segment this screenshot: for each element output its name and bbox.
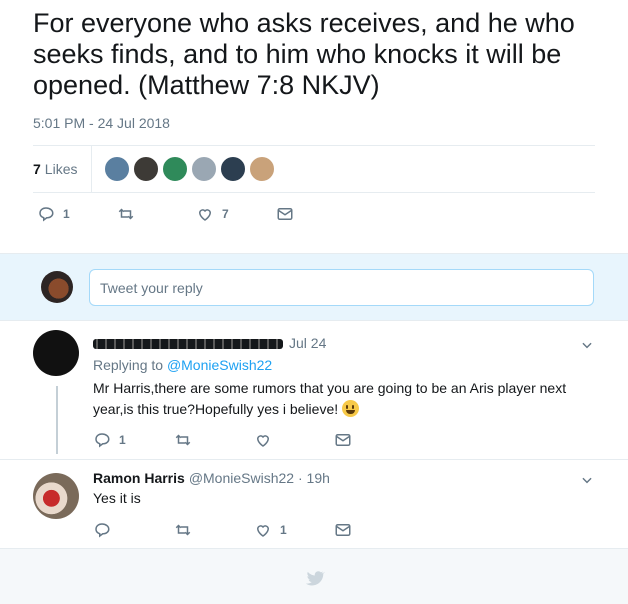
replying-to-prefix: Replying to bbox=[93, 357, 164, 373]
chevron-down-icon[interactable] bbox=[580, 473, 594, 487]
like-action[interactable]: 1 bbox=[254, 521, 287, 539]
reply-input[interactable]: Tweet your reply bbox=[89, 269, 594, 306]
liker-avatar[interactable] bbox=[104, 156, 131, 182]
dm-action[interactable] bbox=[334, 431, 352, 449]
heart-icon bbox=[256, 435, 270, 447]
liker-avatar[interactable] bbox=[249, 156, 276, 182]
reply-header: Ramon Harris @MonieSwish22 · 19h bbox=[93, 470, 330, 486]
retweet-icon bbox=[175, 524, 191, 536]
likes-label: Likes bbox=[44, 161, 78, 177]
reply-action[interactable]: 1 bbox=[93, 431, 126, 449]
reply-header: Jul 24 bbox=[93, 335, 326, 351]
liker-avatars bbox=[104, 156, 278, 182]
retweet-action[interactable] bbox=[174, 431, 192, 449]
envelope-icon bbox=[335, 524, 351, 536]
liker-avatar[interactable] bbox=[133, 156, 160, 182]
liker-avatar[interactable] bbox=[162, 156, 189, 182]
heart-icon bbox=[256, 525, 270, 537]
separator: · bbox=[297, 470, 303, 486]
reply-icon bbox=[95, 523, 110, 538]
reply-count: 1 bbox=[63, 207, 70, 221]
like-count: 1 bbox=[280, 523, 287, 537]
like-count: 7 bbox=[222, 207, 229, 221]
like-action[interactable]: 7 bbox=[196, 205, 229, 223]
reply-action[interactable] bbox=[93, 521, 111, 539]
divider bbox=[33, 192, 595, 193]
replying-to: Replying to @MonieSwish22 bbox=[93, 357, 272, 373]
retweet-icon bbox=[175, 434, 191, 446]
reply-action[interactable]: 1 bbox=[37, 205, 70, 223]
reply-text: Mr Harris,there are some rumors that you… bbox=[93, 378, 598, 420]
tweet-timestamp[interactable]: 5:01 PM - 24 Jul 2018 bbox=[33, 115, 170, 131]
envelope-icon bbox=[277, 208, 293, 220]
liker-avatar[interactable] bbox=[191, 156, 218, 182]
current-user-avatar[interactable] bbox=[41, 271, 73, 303]
tweet-text: For everyone who asks receives, and he w… bbox=[33, 8, 575, 100]
reply-icon bbox=[39, 207, 54, 222]
chevron-down-icon[interactable] bbox=[580, 338, 594, 352]
like-action[interactable] bbox=[254, 431, 272, 449]
heart-icon bbox=[198, 209, 212, 221]
reply-icon bbox=[95, 433, 110, 448]
avatar[interactable] bbox=[33, 330, 79, 376]
liker-avatar[interactable] bbox=[220, 156, 247, 182]
redacted-name[interactable] bbox=[93, 339, 283, 350]
retweet-action[interactable] bbox=[174, 521, 192, 539]
dm-action[interactable] bbox=[276, 205, 294, 223]
retweet-action[interactable] bbox=[117, 205, 135, 223]
author-name[interactable]: Ramon Harris bbox=[93, 470, 185, 486]
replying-to-handle[interactable]: @MonieSwish22 bbox=[167, 357, 272, 373]
likes-number: 7 bbox=[33, 161, 41, 177]
reply-text: Yes it is bbox=[93, 490, 141, 506]
author-handle[interactable]: @MonieSwish22 bbox=[189, 470, 294, 486]
reply-composer: Tweet your reply bbox=[0, 253, 628, 321]
smiley-emoji-icon bbox=[342, 400, 360, 417]
reply-date[interactable]: Jul 24 bbox=[289, 335, 326, 351]
reply-count: 1 bbox=[119, 433, 126, 447]
twitter-bird-icon[interactable] bbox=[305, 568, 325, 588]
reply-time[interactable]: 19h bbox=[307, 470, 330, 486]
likes-row: 7 Likes bbox=[33, 146, 595, 192]
dm-action[interactable] bbox=[334, 521, 352, 539]
thread-line bbox=[56, 386, 58, 454]
reply-text-content: Mr Harris,there are some rumors that you… bbox=[93, 380, 567, 417]
retweet-icon bbox=[118, 208, 134, 220]
envelope-icon bbox=[335, 434, 351, 446]
likes-count[interactable]: 7 Likes bbox=[33, 146, 93, 192]
avatar[interactable] bbox=[33, 473, 79, 519]
divider bbox=[0, 459, 628, 460]
